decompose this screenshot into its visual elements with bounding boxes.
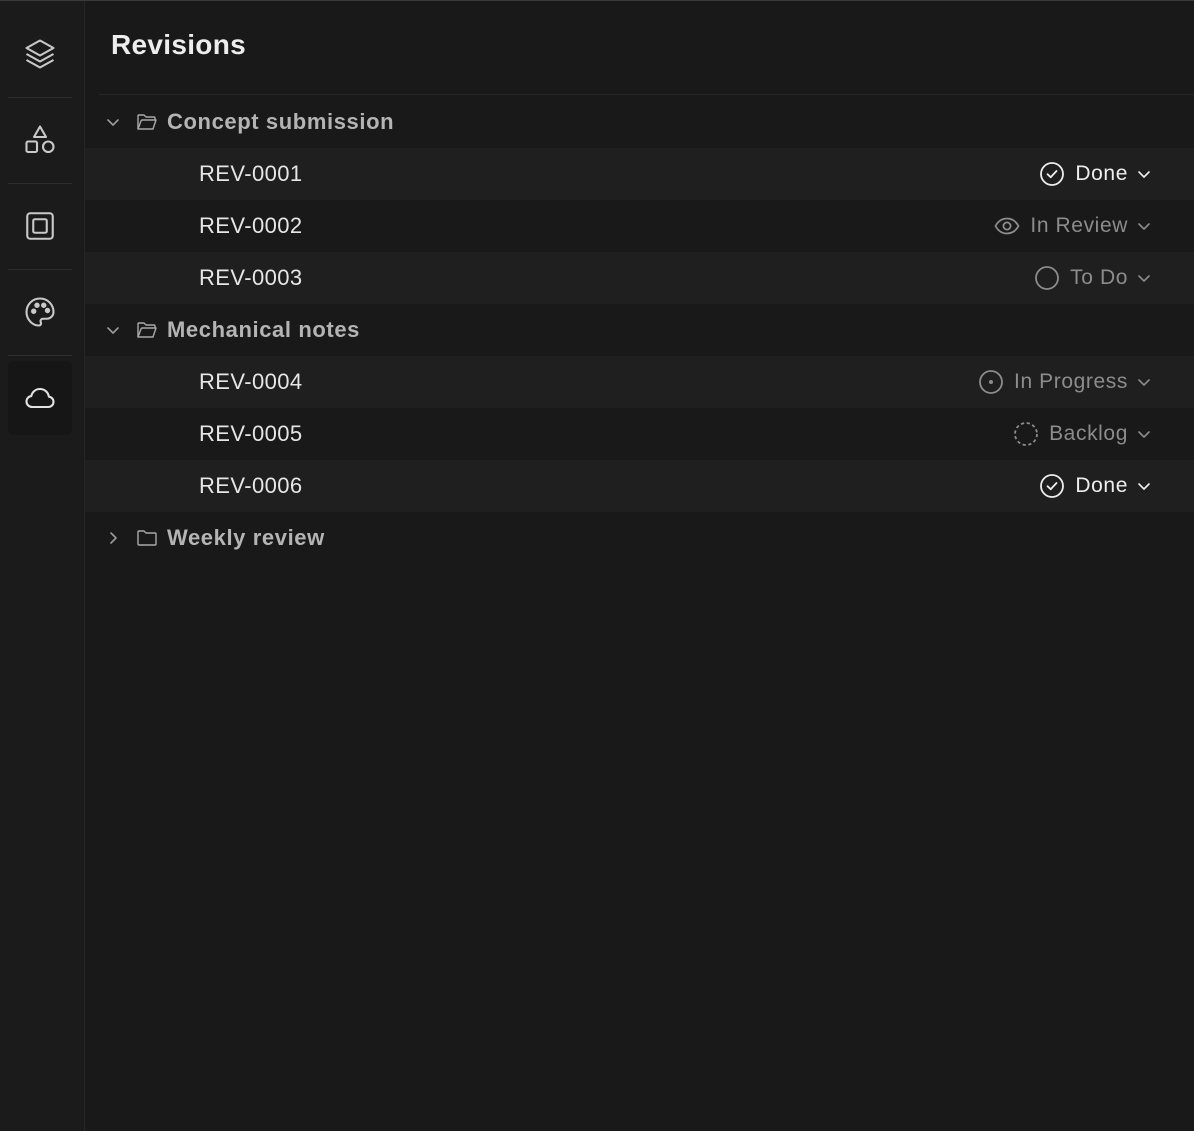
status-dropdown[interactable]: Done (1039, 460, 1128, 512)
status-dropdown[interactable]: In Progress (978, 356, 1128, 408)
frame-icon (26, 212, 54, 240)
rail-divider (8, 97, 72, 98)
chevron-down-icon[interactable] (1134, 216, 1154, 236)
palette-icon (25, 297, 55, 327)
revision-row-rev-0004[interactable]: REV-0004 In Progress (85, 356, 1194, 408)
chevron-down-icon[interactable] (1134, 164, 1154, 184)
chevron-down-icon[interactable] (1134, 476, 1154, 496)
eye-icon (994, 217, 1020, 235)
status-label: Backlog (1049, 422, 1128, 445)
rail-divider (8, 355, 72, 356)
title-divider (99, 94, 1194, 95)
status-dropdown[interactable]: In Review (994, 200, 1128, 252)
revision-tree: Concept submission REV-0001 Done REV-000… (85, 96, 1194, 564)
group-label: Concept submission (167, 109, 395, 134)
revision-id: REV-0001 (199, 161, 303, 186)
group-row-concept-submission[interactable]: Concept submission (85, 96, 1194, 148)
group-label: Weekly review (167, 525, 325, 550)
chevron-down-icon[interactable] (1134, 268, 1154, 288)
icon-rail (0, 1, 85, 1131)
page-title: Revisions (111, 29, 246, 60)
chevron-right-icon[interactable] (103, 528, 123, 548)
revisions-app: Revisions Concept submission REV-0001 Do… (0, 0, 1194, 1131)
folder-open-icon (137, 114, 157, 130)
chevron-down-icon[interactable] (103, 320, 123, 340)
status-label: In Progress (1014, 370, 1128, 393)
status-label: Done (1075, 474, 1128, 497)
revision-row-rev-0006[interactable]: REV-0006 Done (85, 460, 1194, 512)
revision-id: REV-0005 (199, 421, 303, 446)
status-dropdown[interactable]: Backlog (1013, 408, 1128, 460)
status-label: In Review (1030, 214, 1128, 237)
check-circle-icon (1040, 162, 1065, 186)
revision-id: REV-0006 (199, 473, 303, 498)
chevron-down-icon[interactable] (1134, 372, 1154, 392)
revision-id: REV-0004 (199, 369, 303, 394)
empty-circle-icon (1035, 266, 1060, 290)
rail-cloud-button[interactable] (8, 361, 72, 435)
revision-row-rev-0002[interactable]: REV-0002 In Review (85, 200, 1194, 252)
revision-id: REV-0003 (199, 265, 303, 290)
cloud-icon (25, 387, 55, 409)
group-label: Mechanical notes (167, 317, 360, 342)
status-dropdown[interactable]: Done (1039, 148, 1128, 200)
chevron-down-icon[interactable] (103, 112, 123, 132)
rail-divider (8, 183, 72, 184)
rail-divider (8, 269, 72, 270)
check-circle-icon (1040, 474, 1065, 498)
rail-frame-button[interactable] (8, 189, 72, 263)
chevron-down-icon[interactable] (1134, 424, 1154, 444)
folder-open-icon (137, 322, 157, 338)
status-label: To Do (1070, 266, 1128, 289)
shapes-icon (25, 125, 55, 154)
rail-shapes-button[interactable] (8, 103, 72, 177)
revision-id: REV-0002 (199, 213, 303, 238)
status-label: Done (1075, 162, 1128, 185)
revisions-panel: Revisions Concept submission REV-0001 Do… (85, 1, 1194, 1131)
status-dropdown[interactable]: To Do (1034, 252, 1128, 304)
revision-row-rev-0005[interactable]: REV-0005 Backlog (85, 408, 1194, 460)
dashed-circle-icon (1014, 422, 1038, 446)
rail-layers-button[interactable] (8, 17, 72, 91)
rail-palette-button[interactable] (8, 275, 72, 349)
revision-row-rev-0001[interactable]: REV-0001 Done (85, 148, 1194, 200)
group-row-mechanical-notes[interactable]: Mechanical notes (85, 304, 1194, 356)
dot-circle-icon (979, 370, 1003, 394)
revision-row-rev-0003[interactable]: REV-0003 To Do (85, 252, 1194, 304)
group-row-weekly-review[interactable]: Weekly review (85, 512, 1194, 564)
folder-icon (137, 530, 157, 546)
layers-icon (25, 39, 55, 69)
